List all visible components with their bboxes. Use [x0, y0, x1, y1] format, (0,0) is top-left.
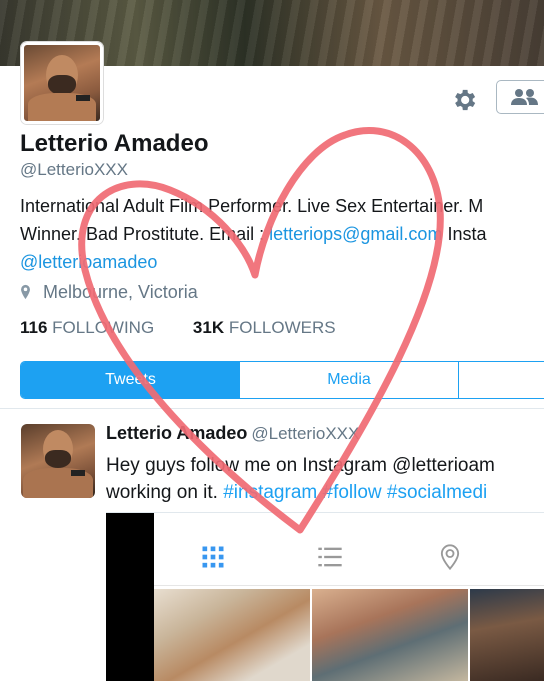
- follow-button[interactable]: [496, 80, 544, 114]
- instagram-link[interactable]: @letterioamadeo: [20, 248, 544, 276]
- photo-thumb-3[interactable]: [470, 589, 544, 681]
- profile-stats: 116 FOLLOWING 31K FOLLOWERS: [20, 318, 336, 338]
- tweet-media[interactable]: [106, 512, 544, 681]
- tab-tweets[interactable]: Tweets: [21, 362, 240, 398]
- profile-avatar[interactable]: [21, 42, 103, 124]
- list-icon: [318, 547, 342, 567]
- followers-label: FOLLOWERS: [228, 318, 336, 337]
- tweet-text-line-1: Hey guys follow me on Instagram @letteri…: [106, 455, 495, 476]
- tweet-text: Hey guys follow me on Instagram @letteri…: [106, 452, 544, 506]
- grid-icon: [202, 546, 224, 568]
- profile-location: Melbourne, Victoria: [20, 282, 198, 303]
- media-black-strip: [106, 513, 154, 681]
- followers-count: 31K: [192, 318, 225, 337]
- media-tab-divider: [154, 585, 544, 586]
- following-label: FOLLOWING: [52, 318, 155, 337]
- tab-media[interactable]: Media: [240, 362, 459, 398]
- profile-bio: International Adult Film Performer. Live…: [20, 192, 544, 276]
- bio-text: Winner. Bad Prostitute. Email :: [20, 224, 270, 244]
- tweet-text-line-2: working on it. #instagram #follow #socia…: [106, 479, 544, 506]
- gear-icon[interactable]: [450, 86, 478, 114]
- following-count: 116: [20, 318, 48, 337]
- photo-thumb-2[interactable]: [312, 589, 468, 681]
- tweet-text-plain: working on it.: [106, 482, 224, 503]
- email-link[interactable]: letteriops@gmail.com: [269, 224, 442, 244]
- bio-line-1: International Adult Film Performer. Live…: [20, 196, 484, 216]
- photo-thumb-1[interactable]: [154, 589, 310, 681]
- map-pin-icon: [21, 284, 30, 300]
- bio-text-suffix: Insta: [442, 224, 487, 244]
- profile-tabs: Tweets Media: [20, 361, 544, 399]
- tweet-author-name[interactable]: Letterio Amadeo: [106, 423, 247, 443]
- location-pin-icon: [440, 544, 460, 571]
- profile-handle: @LetterioXXX: [20, 160, 128, 179]
- followers-stat[interactable]: 31K FOLLOWERS: [193, 318, 336, 337]
- tweet-header: Letterio Amadeo @LetterioXXX: [106, 423, 359, 444]
- tweet-author-handle[interactable]: @LetterioXXX: [251, 424, 359, 443]
- section-divider: [0, 408, 544, 409]
- tweet-avatar[interactable]: [21, 424, 95, 498]
- people-icon: [511, 89, 538, 105]
- tab-more[interactable]: [459, 362, 544, 398]
- profile-name: Letterio Amadeo: [20, 130, 209, 157]
- location-text: Melbourne, Victoria: [43, 282, 198, 302]
- bio-line-2: Winner. Bad Prostitute. Email : letterio…: [20, 220, 544, 248]
- tweet-hashtags[interactable]: #instagram #follow #socialmedi: [223, 482, 487, 503]
- following-stat[interactable]: 116 FOLLOWING: [20, 318, 154, 337]
